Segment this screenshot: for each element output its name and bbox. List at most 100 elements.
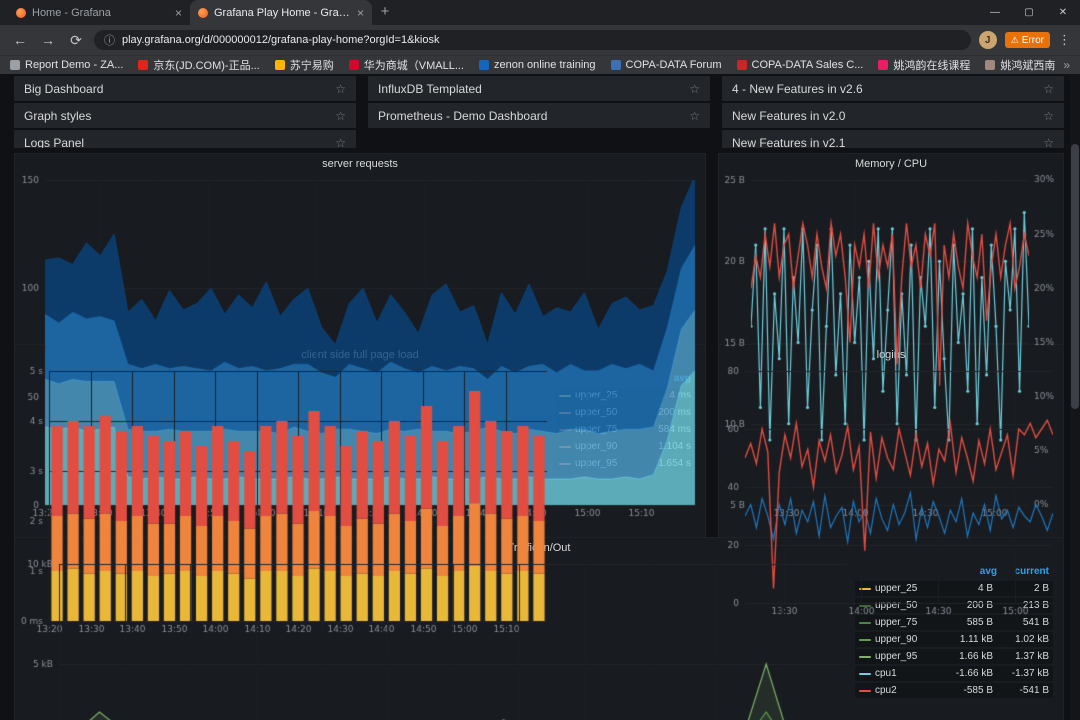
bookmark[interactable]: zenon online training <box>479 59 596 71</box>
window-close-button[interactable]: ✕ <box>1046 0 1080 25</box>
bookmark-favicon <box>985 60 996 70</box>
dashboard-list-item[interactable]: Big Dashboard ☆ <box>14 76 356 101</box>
dashboard-list-item-title: Prometheus - Demo Dashboard <box>378 108 548 123</box>
tab-close-icon[interactable]: × <box>357 7 364 19</box>
bookmarks-overflow-chevron[interactable]: » <box>1055 58 1070 72</box>
star-icon[interactable]: ☆ <box>1043 136 1054 149</box>
star-icon[interactable]: ☆ <box>689 109 700 123</box>
legend-table-row[interactable]: upper_75 585 B 541 B <box>855 615 1053 630</box>
legend-current-value: -541 B <box>1019 685 1049 696</box>
dashboard-list-item[interactable]: 4 - New Features in v2.6 ☆ <box>722 76 1064 101</box>
bookmark-favicon <box>10 60 20 70</box>
dashboard-list-item-title: Graph styles <box>24 108 92 123</box>
star-icon[interactable]: ☆ <box>335 82 346 96</box>
dashboard-list-column: Big Dashboard ☆ Graph styles ☆ Logs Pane… <box>14 76 356 148</box>
bookmark[interactable]: 姚鸿韵在线课程 <box>878 57 970 73</box>
dashboard-viewport: Big Dashboard ☆ Graph styles ☆ Logs Pane… <box>0 74 1080 720</box>
tab-title: Grafana Play Home - Grafana <box>214 6 351 19</box>
bookmark-label: 京东(JD.COM)-正品... <box>153 60 260 72</box>
bookmark[interactable]: 华为商城（VMALL... <box>348 57 464 73</box>
legend-table-row[interactable]: cpu1 -1.66 kB -1.37 kB <box>855 666 1053 681</box>
bookmark-favicon <box>138 60 149 70</box>
star-icon[interactable]: ☆ <box>335 136 346 149</box>
legend-avg-value: 1.66 kB <box>959 651 993 662</box>
star-icon[interactable]: ☆ <box>689 82 700 96</box>
bookmark[interactable]: 姚鸿斌西南高中在线 <box>985 57 1055 73</box>
bookmarks-list: Report Demo - ZA... 京东(JD.COM)-正品... 苏宁易… <box>10 57 1055 73</box>
window-minimize-button[interactable]: — <box>978 0 1012 25</box>
legend-current-value: 1.02 kB <box>1015 634 1049 645</box>
bookmark[interactable]: 苏宁易购 <box>274 57 334 73</box>
legend-series-name: upper_95 <box>875 651 918 662</box>
dashboard-list-item-title: InfluxDB Templated <box>378 81 482 96</box>
bookmark-favicon <box>348 60 359 70</box>
tab-close-icon[interactable]: × <box>175 7 182 19</box>
address-bar[interactable]: ⓘ play.grafana.org/d/000000012/grafana-p… <box>94 30 971 50</box>
window-maximize-button[interactable]: ▢ <box>1012 0 1046 25</box>
scrollbar-thumb[interactable] <box>1071 144 1079 409</box>
bookmark-favicon <box>878 60 889 70</box>
dashboard-list-item-title: 4 - New Features in v2.6 <box>732 81 863 96</box>
star-icon[interactable]: ☆ <box>335 109 346 123</box>
error-badge[interactable]: ⚠ Error <box>1004 32 1050 48</box>
legend-table-row[interactable]: upper_95 1.66 kB 1.37 kB <box>855 649 1053 664</box>
profile-avatar[interactable]: J <box>978 31 997 49</box>
legend-series-name: upper_75 <box>875 617 918 628</box>
legend-avg-value: -1.66 kB <box>955 668 993 679</box>
legend-current-value: 1.37 kB <box>1015 651 1049 662</box>
dashboard-list-column: InfluxDB Templated ☆ Prometheus - Demo D… <box>368 76 710 148</box>
grafana-favicon <box>198 7 208 18</box>
legend-series-name: cpu1 <box>875 668 897 679</box>
dashboard-list-item-title: Big Dashboard <box>24 81 104 96</box>
bookmark-favicon <box>479 60 489 70</box>
bookmark-label: 姚鸿斌西南高中在线 <box>1000 60 1056 72</box>
legend-series-name: cpu2 <box>875 685 897 696</box>
bookmark-label: COPA-DATA Forum <box>625 59 722 71</box>
grafana-favicon <box>16 7 26 18</box>
legend-avg-value: 585 B <box>966 617 993 628</box>
tab-strip: Home - Grafana × Grafana Play Home - Gra… <box>0 0 1080 25</box>
star-icon[interactable]: ☆ <box>1043 109 1054 123</box>
bookmark-label: Report Demo - ZA... <box>25 59 124 71</box>
legend-avg-value: 1.11 kB <box>959 634 993 645</box>
page-info-icon[interactable]: ⓘ <box>104 32 115 48</box>
bookmark[interactable]: 京东(JD.COM)-正品... <box>138 57 260 73</box>
traffic-chart[interactable] <box>15 558 855 720</box>
url-text: play.grafana.org/d/000000012/grafana-pla… <box>122 34 440 46</box>
dashboard-list-item[interactable]: New Features in v2.0 ☆ <box>722 103 1064 128</box>
scrollbar-track[interactable] <box>1070 74 1080 720</box>
legend-color-marker <box>859 672 871 675</box>
legend-avg-value: -585 B <box>963 685 993 696</box>
bookmark-label: zenon online training <box>494 59 596 71</box>
dashboard-list-item[interactable]: Graph styles ☆ <box>14 103 356 128</box>
legend-current-value: 541 B <box>1022 617 1049 628</box>
new-tab-button[interactable]: + <box>372 0 398 25</box>
forward-button[interactable]: → <box>38 32 58 48</box>
dashboard-lists-row: Big Dashboard ☆ Graph styles ☆ Logs Pane… <box>14 76 1064 148</box>
error-badge-label: Error <box>1021 34 1044 46</box>
legend-current-value: -1.37 kB <box>1011 668 1049 679</box>
dashboard-list-item-title: New Features in v2.0 <box>732 108 846 123</box>
dashboard-list-item[interactable]: Prometheus - Demo Dashboard ☆ <box>368 103 710 128</box>
dashboard-list-item[interactable]: New Features in v2.1 ☆ <box>722 130 1064 148</box>
reload-button[interactable]: ⟳ <box>66 32 86 49</box>
tab-home[interactable]: Home - Grafana × <box>8 0 190 25</box>
browser-window: Home - Grafana × Grafana Play Home - Gra… <box>0 0 1080 720</box>
back-button[interactable]: ← <box>10 32 30 48</box>
bookmark[interactable]: COPA-DATA Forum <box>610 59 722 71</box>
bookmark-label: 华为商城（VMALL... <box>363 60 464 72</box>
browser-menu-icon[interactable]: ⋮ <box>1058 32 1071 48</box>
bookmark[interactable]: Report Demo - ZA... <box>10 59 123 71</box>
star-icon[interactable]: ☆ <box>1043 82 1054 96</box>
bookmark[interactable]: COPA-DATA Sales C... <box>736 59 863 71</box>
legend-color-marker <box>859 638 871 641</box>
legend-table-row[interactable]: cpu2 -585 B -541 B <box>855 683 1053 698</box>
legend-table-row[interactable]: upper_90 1.11 kB 1.02 kB <box>855 632 1053 647</box>
panel-title[interactable]: Memory / CPU <box>719 154 1063 174</box>
chart-area <box>15 558 855 720</box>
tab-grafana-play-home[interactable]: Grafana Play Home - Grafana × <box>190 0 372 25</box>
dashboard-list-item[interactable]: InfluxDB Templated ☆ <box>368 76 710 101</box>
panel-title[interactable]: server requests <box>15 154 705 174</box>
bookmark-favicon <box>274 60 285 70</box>
dashboard-list-item[interactable]: Logs Panel ☆ <box>14 130 356 148</box>
